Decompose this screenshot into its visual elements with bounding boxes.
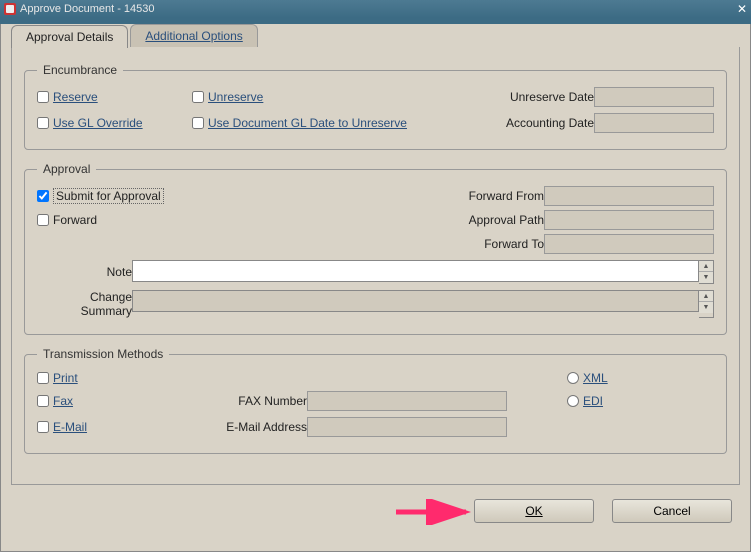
tab-approval-details[interactable]: Approval Details	[11, 25, 128, 48]
annotation-arrow-icon	[391, 499, 481, 525]
encumbrance-group: Encumbrance Reserve Unreserve Unreserve …	[24, 63, 727, 150]
fax-number-label: FAX Number	[167, 394, 307, 408]
approval-group: Approval Submit for Approval Forward Fro…	[24, 162, 727, 335]
forward-checkbox[interactable]	[37, 214, 49, 226]
print-checkbox[interactable]	[37, 372, 49, 384]
window-title: Approve Document - 14530	[20, 3, 155, 15]
transmission-group: Transmission Methods Print XML Fax FAX N…	[24, 347, 727, 454]
print-label[interactable]: Print	[53, 371, 78, 385]
unreserve-checkbox[interactable]	[192, 91, 204, 103]
chevron-up-icon[interactable]: ▲	[699, 261, 713, 272]
submit-for-approval-label[interactable]: Submit for Approval	[53, 188, 164, 204]
approval-details-panel: Encumbrance Reserve Unreserve Unreserve …	[11, 47, 740, 485]
fax-number-field[interactable]	[307, 391, 507, 411]
accounting-date-label: Accounting Date	[492, 116, 594, 130]
xml-radio[interactable]	[567, 372, 579, 384]
approval-path-field[interactable]	[544, 210, 714, 230]
use-gl-override-label[interactable]: Use GL Override	[53, 116, 143, 130]
approval-path-label: Approval Path	[414, 213, 544, 227]
submit-for-approval-checkbox[interactable]	[37, 190, 49, 202]
email-address-field[interactable]	[307, 417, 507, 437]
tab-additional-options[interactable]: Additional Options	[130, 24, 257, 47]
tab-bar: Approval Details Additional Options	[11, 24, 750, 47]
forward-from-field[interactable]	[544, 186, 714, 206]
ok-button[interactable]: OK	[474, 499, 594, 523]
cancel-button[interactable]: Cancel	[612, 499, 732, 523]
use-doc-gl-date-label[interactable]: Use Document GL Date to Unreserve	[208, 116, 407, 130]
edi-radio[interactable]	[567, 395, 579, 407]
encumbrance-legend: Encumbrance	[37, 63, 123, 77]
change-summary-spinner[interactable]: ▲▼	[699, 290, 714, 318]
email-address-label: E-Mail Address	[167, 420, 307, 434]
accounting-date-field[interactable]	[594, 113, 714, 133]
change-summary-field[interactable]	[132, 290, 699, 312]
use-gl-override-checkbox[interactable]	[37, 117, 49, 129]
reserve-checkbox[interactable]	[37, 91, 49, 103]
approval-legend: Approval	[37, 162, 96, 176]
app-icon	[4, 3, 16, 15]
window-body: Approval Details Additional Options Encu…	[0, 24, 751, 552]
chevron-up-icon[interactable]: ▲	[699, 291, 713, 302]
unreserve-date-field[interactable]	[594, 87, 714, 107]
email-checkbox[interactable]	[37, 421, 49, 433]
note-field[interactable]	[132, 260, 699, 282]
change-summary-label: Change Summary	[37, 290, 132, 318]
email-label[interactable]: E-Mail	[53, 420, 87, 434]
unreserve-date-label: Unreserve Date	[492, 90, 594, 104]
edi-label[interactable]: EDI	[583, 394, 603, 408]
use-doc-gl-date-checkbox[interactable]	[192, 117, 204, 129]
forward-label[interactable]: Forward	[53, 213, 97, 227]
close-icon[interactable]: ✕	[737, 2, 747, 16]
title-bar: Approve Document - 14530 ✕	[0, 0, 751, 18]
forward-to-label: Forward To	[414, 237, 544, 251]
fax-label[interactable]: Fax	[53, 394, 73, 408]
xml-label[interactable]: XML	[583, 371, 608, 385]
forward-to-field[interactable]	[544, 234, 714, 254]
reserve-label[interactable]: Reserve	[53, 90, 98, 104]
chevron-down-icon[interactable]: ▼	[699, 272, 713, 283]
button-bar: OK Cancel	[1, 495, 750, 533]
note-label: Note	[37, 265, 132, 279]
forward-from-label: Forward From	[414, 189, 544, 203]
chevron-down-icon[interactable]: ▼	[699, 302, 713, 313]
fax-checkbox[interactable]	[37, 395, 49, 407]
note-spinner[interactable]: ▲▼	[699, 260, 714, 284]
transmission-legend: Transmission Methods	[37, 347, 169, 361]
unreserve-label[interactable]: Unreserve	[208, 90, 263, 104]
